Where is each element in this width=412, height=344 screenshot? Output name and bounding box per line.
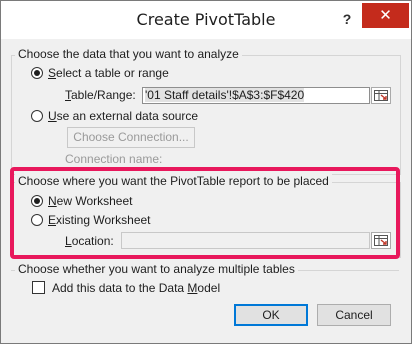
close-icon: ✕ bbox=[379, 7, 392, 24]
create-pivottable-dialog: Create PivotTable ? ✕ Choose the data th… bbox=[0, 0, 412, 344]
external-source-label: Use an external data source bbox=[48, 109, 199, 123]
data-model-label: Add this data to the Data Model bbox=[52, 281, 221, 295]
analyze-data-legend: Choose the data that you want to analyze bbox=[15, 47, 242, 61]
connection-name-label: Connection name: bbox=[65, 152, 163, 166]
close-button[interactable]: ✕ bbox=[362, 3, 409, 28]
ok-button[interactable]: OK bbox=[234, 304, 308, 326]
select-table-range-label: Select a table or range bbox=[48, 66, 169, 80]
external-source-option[interactable]: Use an external data source bbox=[31, 109, 198, 123]
table-range-input[interactable]: '01 Staff details'!$A$3:$F$420 bbox=[142, 87, 370, 104]
table-range-collapse-button[interactable] bbox=[371, 87, 391, 104]
help-button[interactable]: ? bbox=[338, 9, 356, 29]
data-model-checkbox[interactable] bbox=[32, 281, 45, 294]
placement-highlight-box bbox=[10, 167, 400, 259]
select-table-range-radio[interactable] bbox=[31, 67, 43, 79]
external-source-radio[interactable] bbox=[31, 110, 43, 122]
table-range-label: Table/Range: bbox=[65, 88, 136, 102]
range-selector-icon bbox=[374, 90, 388, 101]
title-bar: Create PivotTable ? ✕ bbox=[1, 1, 411, 39]
select-table-range-option[interactable]: Select a table or range bbox=[31, 66, 169, 80]
choose-connection-button[interactable]: Choose Connection... bbox=[67, 127, 195, 148]
multiple-tables-legend: Choose whether you want to analyze multi… bbox=[15, 262, 298, 276]
cancel-button[interactable]: Cancel bbox=[317, 304, 391, 326]
